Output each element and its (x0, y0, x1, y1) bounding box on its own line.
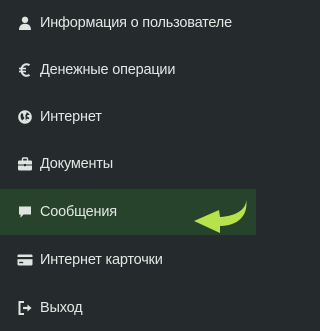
credit-card-icon (17, 252, 33, 268)
menu-item-label: Интернет карточки (40, 252, 163, 268)
menu-item-internet[interactable]: Интернет (0, 94, 256, 140)
menu-item-user-info[interactable]: Информация о пользователе (0, 0, 256, 46)
user-icon (17, 15, 33, 31)
globe-icon (17, 109, 33, 125)
curved-arrow-icon (194, 199, 247, 233)
menu-item-label: Интернет (40, 109, 102, 125)
euro-icon (17, 62, 33, 78)
menu-item-label: Информация о пользователе (40, 15, 232, 31)
sidebar-menu: Информация о пользователе Денежные опера… (0, 0, 256, 330)
menu-item-label: Денежные операции (40, 62, 176, 78)
menu-item-logout[interactable]: Выход (0, 285, 256, 331)
menu-item-label: Документы (40, 156, 113, 172)
comment-icon (17, 204, 33, 220)
menu-item-internet-cards[interactable]: Интернет карточки (0, 237, 256, 283)
sign-out-icon (17, 300, 33, 316)
menu-item-documents[interactable]: Документы (0, 141, 256, 187)
menu-item-label: Выход (40, 300, 83, 316)
briefcase-icon (17, 156, 33, 172)
menu-item-label: Сообщения (40, 204, 117, 220)
menu-item-money-operations[interactable]: Денежные операции (0, 47, 256, 93)
